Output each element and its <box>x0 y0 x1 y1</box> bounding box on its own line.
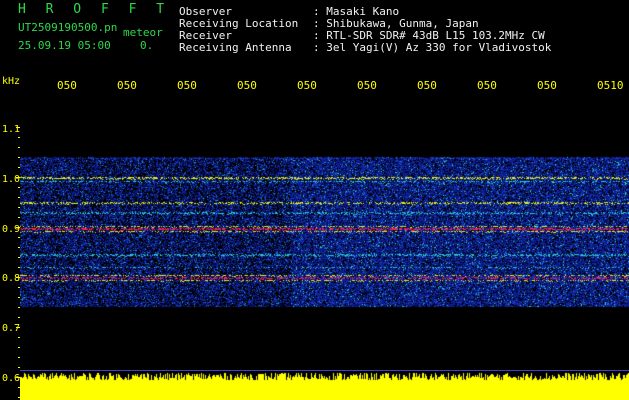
date-time: 25.09.19 05:00 <box>18 39 111 52</box>
frequency-unit-label: kHz <box>2 76 21 87</box>
time-tick: 050 <box>537 79 557 92</box>
time-tick: 050 <box>57 79 77 92</box>
file-suffix: meteor <box>123 26 163 39</box>
file-name: UT2509190500.pn <box>18 21 118 34</box>
antenna-value: : 3el Yagi(V) Az 330 for Vladivostok <box>313 41 552 54</box>
time-tick: 050 <box>237 79 257 92</box>
receiver-label: Receiver <box>179 29 232 42</box>
receiver-value: : RTL-SDR SDR# 43dB L15 103.2MHz CW <box>313 29 545 42</box>
time-tick: 050 <box>357 79 377 92</box>
count-value: 0. <box>140 39 154 52</box>
observer-value: : Masaki Kano <box>313 5 400 18</box>
app-title: H R O F F T <box>18 2 171 17</box>
time-tick: 050 <box>177 79 197 92</box>
location-label: Receiving Location <box>179 17 299 30</box>
hrofft-window: H R O F F T UT2509190500.pn meteor 25.09… <box>0 0 629 400</box>
time-tick: 050 <box>117 79 137 92</box>
time-tick: 050 <box>477 79 497 92</box>
spectrogram <box>20 127 629 400</box>
location-value: : Shibukawa, Gunma, Japan <box>313 17 479 30</box>
observer-label: Observer <box>179 5 232 18</box>
antenna-label: Receiving Antenna <box>179 41 292 54</box>
time-tick: 050 <box>417 79 437 92</box>
hum-level-trace <box>20 371 629 400</box>
time-tick: 0510 <box>597 79 624 92</box>
time-tick: 050 <box>297 79 317 92</box>
